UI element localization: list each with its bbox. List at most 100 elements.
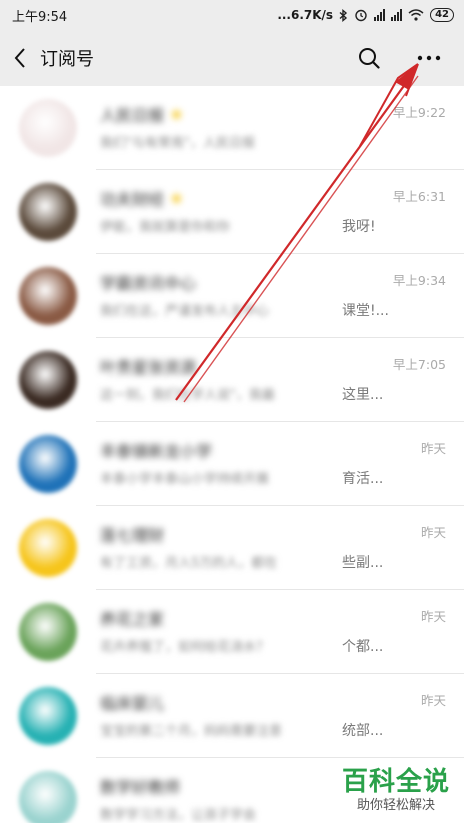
- list-item[interactable]: 人民日报我们"与有荣焉"，人民日报 早上9:22: [0, 86, 464, 170]
- message-time: 早上7:05: [392, 357, 446, 372]
- avatar: [19, 267, 77, 325]
- message-preview: 有了工资，月入5万的人，都在: [100, 556, 278, 571]
- message-preview: 我们"与有荣焉"，人民日报: [100, 136, 255, 151]
- list-item-content: 临床婴儿宝宝的第二个月，妈妈需要注意 统部... 昨天: [96, 674, 464, 758]
- back-button[interactable]: [0, 30, 40, 86]
- account-name-text: 学霸资讯中心: [100, 274, 197, 293]
- account-name: 丰泰镇新龙小学: [100, 438, 212, 462]
- message-preview-tail: 统部...: [342, 723, 384, 739]
- avatar-wrapper: [0, 506, 96, 590]
- avatar: [19, 603, 77, 661]
- message-time: 昨天: [420, 525, 446, 540]
- message-preview-tail: 个都...: [342, 639, 384, 655]
- avatar-wrapper: [0, 338, 96, 422]
- message-preview: 这一刻，我们在学人说"，我最: [100, 388, 275, 403]
- list-item[interactable]: 叶贵星张资源这一刻，我们在学人说"，我最 这里... 早上7:05: [0, 338, 464, 422]
- message-time: 早上9:22: [392, 105, 446, 120]
- account-name: 人民日报: [100, 102, 183, 126]
- avatar-wrapper: [0, 758, 96, 823]
- account-name: 功夫财经: [100, 186, 183, 210]
- message-preview-tail: 这里...: [342, 387, 384, 403]
- avatar-wrapper: [0, 590, 96, 674]
- star-icon: [170, 108, 183, 120]
- bluetooth-icon: [339, 8, 348, 22]
- account-name: 养花之家: [100, 606, 164, 630]
- avatar: [19, 771, 77, 823]
- more-dots-icon: [417, 55, 441, 61]
- star-icon: [170, 192, 183, 204]
- list-item-content: 功夫财经伊能，我就算是你和你 我呀! 早上6:31: [96, 170, 464, 254]
- watermark-title: 百科全说: [341, 767, 450, 797]
- subscription-list: 人民日报我们"与有荣焉"，人民日报 早上9:22 功夫财经伊能，我就算是你和你 我呀!…: [0, 86, 464, 823]
- message-time: 昨天: [420, 693, 446, 708]
- message-preview-tail: 我呀!: [342, 219, 376, 235]
- account-name-text: 数学好教师: [100, 778, 181, 797]
- list-item-content: 养花之家花卉养殖了，如何给花浇水？ 个都... 昨天: [96, 590, 464, 674]
- message-time: 昨天: [420, 609, 446, 624]
- message-time: 早上6:31: [392, 189, 446, 204]
- avatar: [19, 687, 77, 745]
- account-name-text: 功夫财经: [100, 190, 165, 209]
- list-item[interactable]: 临床婴儿宝宝的第二个月，妈妈需要注意 统部... 昨天: [0, 674, 464, 758]
- message-preview-tail: 育活...: [342, 471, 384, 487]
- account-name: 学霸资讯中心: [100, 270, 196, 294]
- list-item[interactable]: 学霸资讯中心我们在这，严谨发布人主中心 课堂!... 早上9:34: [0, 254, 464, 338]
- status-icons: ...6.7K/s 42: [277, 8, 454, 22]
- battery-icon: 42: [430, 8, 454, 22]
- list-item-content: 莲七理财有了工资，月入5万的人，都在 些副... 昨天: [96, 506, 464, 590]
- account-name: 莲七理财: [100, 522, 164, 546]
- avatar-wrapper: [0, 422, 96, 506]
- list-item-content: 学霸资讯中心我们在这，严谨发布人主中心 课堂!... 早上9:34: [96, 254, 464, 338]
- list-item-content: 叶贵星张资源这一刻，我们在学人说"，我最 这里... 早上7:05: [96, 338, 464, 422]
- status-bar: 上午9:54 ...6.7K/s 42: [0, 0, 464, 30]
- watermark-logo: 百科全说 助你轻松解决: [342, 767, 450, 815]
- message-preview: 我们在这，严谨发布人主中心: [100, 304, 270, 319]
- signal-icon-2: [391, 9, 403, 21]
- message-time: 昨天: [420, 441, 446, 456]
- avatar-wrapper: [0, 170, 96, 254]
- status-time: 上午9:54: [12, 9, 68, 25]
- alarm-icon: [355, 9, 367, 22]
- message-preview-tail: 些副...: [342, 555, 384, 571]
- header-bar: 订阅号: [0, 30, 464, 86]
- list-item[interactable]: 养花之家花卉养殖了，如何给花浇水？ 个都... 昨天: [0, 590, 464, 674]
- avatar: [19, 519, 77, 577]
- message-preview: 花卉养殖了，如何给花浇水？: [100, 640, 270, 655]
- avatar: [19, 99, 77, 157]
- chevron-left-icon: [14, 48, 25, 68]
- account-name: 叶贵星张资源: [100, 354, 196, 378]
- message-preview: 伊能，我就算是你和你: [100, 220, 231, 235]
- account-name: 临床婴儿: [100, 690, 164, 714]
- message-preview: 宝宝的第二个月，妈妈需要注意: [100, 724, 283, 739]
- account-name-text: 临床婴儿: [100, 694, 165, 713]
- account-name-text: 叶贵星张资源: [100, 358, 197, 377]
- network-speed: ...6.7K/s: [277, 8, 334, 22]
- watermark-subtitle: 助你轻松解决: [356, 798, 435, 813]
- message-preview: 数学学习方法，让孩子学会: [100, 808, 257, 823]
- signal-icon: [374, 9, 386, 21]
- account-name-text: 人民日报: [100, 106, 165, 125]
- wifi-icon: [408, 9, 424, 21]
- avatar: [19, 435, 77, 493]
- avatar-wrapper: [0, 674, 96, 758]
- avatar: [19, 183, 77, 241]
- account-name-text: 丰泰镇新龙小学: [100, 442, 213, 461]
- message-preview-tail: 课堂!...: [342, 303, 389, 319]
- message-preview: 丰泰小学丰泰山小学持续开展: [100, 472, 270, 487]
- account-name: 数学好教师: [100, 774, 180, 798]
- list-item-content: 丰泰镇新龙小学丰泰小学丰泰山小学持续开展 育活... 昨天: [96, 422, 464, 506]
- search-button[interactable]: [354, 43, 384, 73]
- list-item[interactable]: 丰泰镇新龙小学丰泰小学丰泰山小学持续开展 育活... 昨天: [0, 422, 464, 506]
- avatar: [19, 351, 77, 409]
- list-item[interactable]: 莲七理财有了工资，月入5万的人，都在 些副... 昨天: [0, 506, 464, 590]
- avatar-wrapper: [0, 86, 96, 170]
- header-actions: [354, 43, 464, 73]
- message-time: 早上9:34: [392, 273, 446, 288]
- avatar-wrapper: [0, 254, 96, 338]
- page-title: 订阅号: [40, 49, 94, 70]
- list-item[interactable]: 功夫财经伊能，我就算是你和你 我呀! 早上6:31: [0, 170, 464, 254]
- search-icon: [359, 48, 380, 69]
- account-name-text: 莲七理财: [100, 526, 165, 545]
- list-item-content: 人民日报我们"与有荣焉"，人民日报 早上9:22: [96, 86, 464, 170]
- more-button[interactable]: [414, 43, 444, 73]
